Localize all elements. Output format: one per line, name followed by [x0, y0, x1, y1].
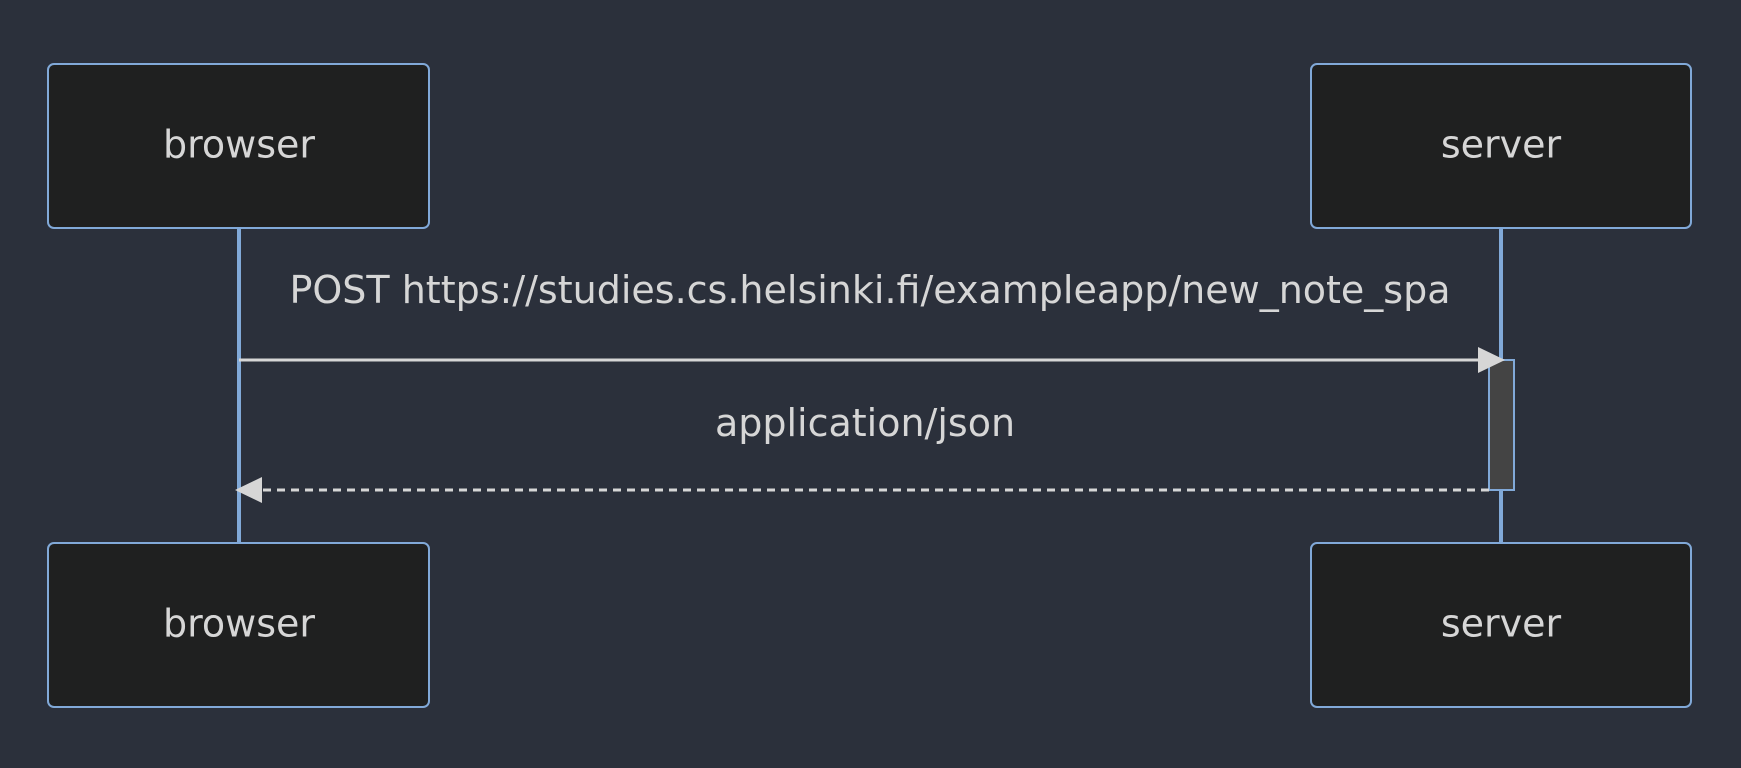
- server-label-top: server: [1441, 123, 1562, 167]
- browser-actor-top: browser: [47, 63, 430, 229]
- browser-label-top: browser: [163, 123, 315, 167]
- server-label-bottom: server: [1441, 602, 1562, 646]
- server-actor-top: server: [1310, 63, 1692, 229]
- browser-label-bottom: browser: [163, 602, 315, 646]
- server-activation: [1488, 359, 1515, 491]
- browser-actor-bottom: browser: [47, 542, 430, 708]
- json-response-label: application/json: [715, 401, 1015, 445]
- server-actor-bottom: server: [1310, 542, 1692, 708]
- sequence-diagram: browser server POST https://studies.cs.h…: [47, 63, 1692, 708]
- post-request-label: POST https://studies.cs.helsinki.fi/exam…: [289, 268, 1450, 312]
